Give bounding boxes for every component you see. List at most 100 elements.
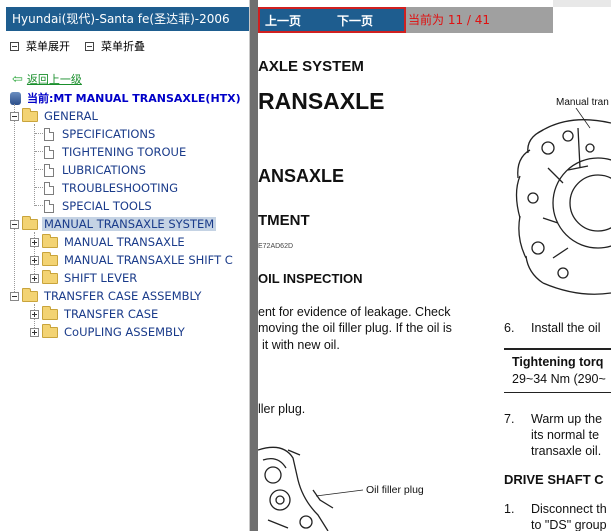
folder-icon: [42, 233, 58, 248]
tree-folder-label: MANUAL TRANSAXLE: [64, 235, 185, 249]
tree-folder-manual-transaxle-system[interactable]: MANUAL TRANSAXLE SYSTEM: [10, 215, 217, 232]
top-strip: [553, 0, 611, 7]
collapse-toggle-icon[interactable]: [10, 291, 19, 301]
pane-splitter[interactable]: [250, 0, 258, 531]
step-text: Disconnect th: [531, 502, 607, 516]
page-nav-bar: 上一页 下一页 当前为 11 / 41: [258, 7, 553, 33]
diagram-label: Manual tran: [556, 97, 609, 108]
section-heading: AXLE SYSTEM: [258, 58, 364, 75]
expand-menu-button[interactable]: 菜单展开: [10, 38, 70, 54]
folder-icon: [42, 305, 58, 320]
tree-folder-shift-lever[interactable]: SHIFT LEVER: [30, 269, 139, 286]
tree-pane: Hyundai(现代)-Santa fe(圣达菲)-2006 菜单展开 菜单折叠…: [0, 0, 250, 531]
expand-icon: [10, 41, 19, 51]
tree-item-tightening-torque[interactable]: TIGHTENING TOROUE: [44, 144, 188, 160]
document-icon: [44, 199, 54, 213]
expand-toggle-icon[interactable]: [30, 237, 39, 247]
tree-folder-transfer-case-assembly[interactable]: TRANSFER CASE ASSEMBLY: [10, 287, 203, 304]
tree-item-label: SPECIFICATIONS: [62, 127, 156, 141]
database-icon: [10, 91, 21, 105]
tree-line: [35, 205, 43, 206]
subsection-heading: ANSAXLE: [258, 166, 345, 186]
step-number: 1.: [504, 502, 515, 516]
expand-toggle-icon[interactable]: [30, 273, 39, 283]
tree-folder-manual-transaxle-shift[interactable]: MANUAL TRANSAXLE SHIFT C: [30, 251, 235, 268]
folder-icon: [42, 251, 58, 266]
tree-folder-coupling-assembly[interactable]: CoUPLING ASSEMBLY: [30, 323, 187, 340]
back-link-label: 返回上一级: [26, 73, 82, 86]
diagram-label: Oil filler plug: [366, 484, 424, 496]
tree-folder-label: TRANSFER CASE ASSEMBLY: [44, 289, 202, 303]
tree-item-specifications[interactable]: SPECIFICATIONS: [44, 126, 157, 142]
document-icon: [44, 181, 54, 195]
step-text: transaxle oil.: [531, 444, 602, 458]
tree-item-label: TROUBLESHOOTING: [62, 181, 179, 195]
tree-item-label: TIGHTENING TOROUE: [62, 145, 187, 159]
tree-line: [34, 124, 35, 206]
procedure-heading: DRIVE SHAFT C: [504, 472, 604, 487]
step-text: Install the oil: [531, 321, 601, 335]
step-text: to "DS" group: [531, 518, 607, 531]
folder-icon: [42, 323, 58, 338]
next-page-button[interactable]: 下一页: [337, 12, 373, 29]
expand-menu-label: 菜单展开: [26, 40, 70, 53]
collapse-toggle-icon[interactable]: [10, 111, 19, 121]
collapse-toggle-icon[interactable]: [10, 219, 19, 229]
body-text: ent for evidence of leakage. Check: [258, 305, 451, 319]
current-path: 当前:MT MANUAL TRANSAXLE(HTX): [10, 90, 241, 106]
page-title: RANSAXLE: [258, 88, 385, 114]
body-text: moving the oil filler plug. If the oil i…: [258, 321, 452, 335]
tree-item-special-tools[interactable]: SPECIAL TOOLS: [44, 198, 154, 214]
tree-folder-manual-transaxle[interactable]: MANUAL TRANSAXLE: [30, 233, 187, 250]
tree-line: [35, 133, 43, 134]
expand-toggle-icon[interactable]: [30, 255, 39, 265]
tree-line: [35, 169, 43, 170]
tree-item-lubrications[interactable]: LUBRICATIONS: [44, 162, 148, 178]
nav-button-group: 上一页 下一页: [258, 7, 406, 33]
document-pane: 上一页 下一页 当前为 11 / 41 AXLE SYSTEM RANSAXLE…: [258, 0, 611, 531]
tree-folder-transfer-case[interactable]: TRANSFER CASE: [30, 305, 160, 322]
step-text: Warm up the: [531, 412, 603, 426]
tree-line: [35, 187, 43, 188]
tree-line: [35, 151, 43, 152]
document-icon: [44, 127, 54, 141]
folder-icon: [42, 269, 58, 284]
folder-open-icon: [22, 107, 38, 122]
tree-folder-general[interactable]: GENERAL: [10, 107, 100, 124]
tree-folder-label: MANUAL TRANSAXLE SHIFT C: [64, 253, 233, 267]
tree-item-troubleshooting[interactable]: TROUBLESHOOTING: [44, 180, 180, 196]
collapse-menu-button[interactable]: 菜单折叠: [85, 38, 145, 54]
tree-folder-label: TRANSFER CASE: [64, 307, 159, 321]
tree-folder-label: GENERAL: [44, 109, 98, 123]
body-text: it with new oil.: [262, 338, 340, 352]
body-text: ller plug.: [258, 402, 306, 416]
prev-page-button[interactable]: 上一页: [265, 12, 301, 29]
document-icon: [44, 145, 54, 159]
tree-folder-label: MANUAL TRANSAXLE SYSTEM: [42, 217, 217, 231]
tree-item-label: SPECIAL TOOLS: [62, 199, 152, 213]
subsection-heading: TMENT: [258, 212, 310, 229]
step-text: its normal te: [531, 428, 600, 442]
step-number: 7.: [504, 412, 515, 426]
transaxle-drawing: [515, 108, 611, 295]
tree-line: [14, 104, 15, 296]
current-path-label: 当前:MT MANUAL TRANSAXLE(HTX): [27, 92, 241, 105]
back-link[interactable]: ⇦ 返回上一级: [12, 71, 82, 87]
expand-toggle-icon[interactable]: [30, 309, 39, 319]
page-indicator: 当前为 11 / 41: [408, 13, 491, 27]
procedure-heading: OIL INSPECTION: [258, 271, 363, 286]
back-arrow-icon: ⇦: [12, 71, 23, 87]
tree-item-label: LUBRICATIONS: [62, 163, 146, 177]
oil-filler-plug-drawing: [258, 446, 364, 531]
document-icon: [44, 163, 54, 177]
folder-open-icon: [22, 287, 38, 302]
torque-spec-value: 29~34 Nm (290~: [512, 372, 606, 386]
step-number: 6.: [504, 321, 515, 335]
document-code: E72AD62D: [258, 243, 294, 250]
app-title-bar: Hyundai(现代)-Santa fe(圣达菲)-2006: [6, 7, 249, 31]
expand-toggle-icon[interactable]: [30, 327, 39, 337]
collapse-icon: [85, 41, 94, 51]
table-rule: [504, 392, 611, 393]
collapse-menu-label: 菜单折叠: [101, 40, 145, 53]
torque-spec-title: Tightening torq: [512, 355, 604, 369]
